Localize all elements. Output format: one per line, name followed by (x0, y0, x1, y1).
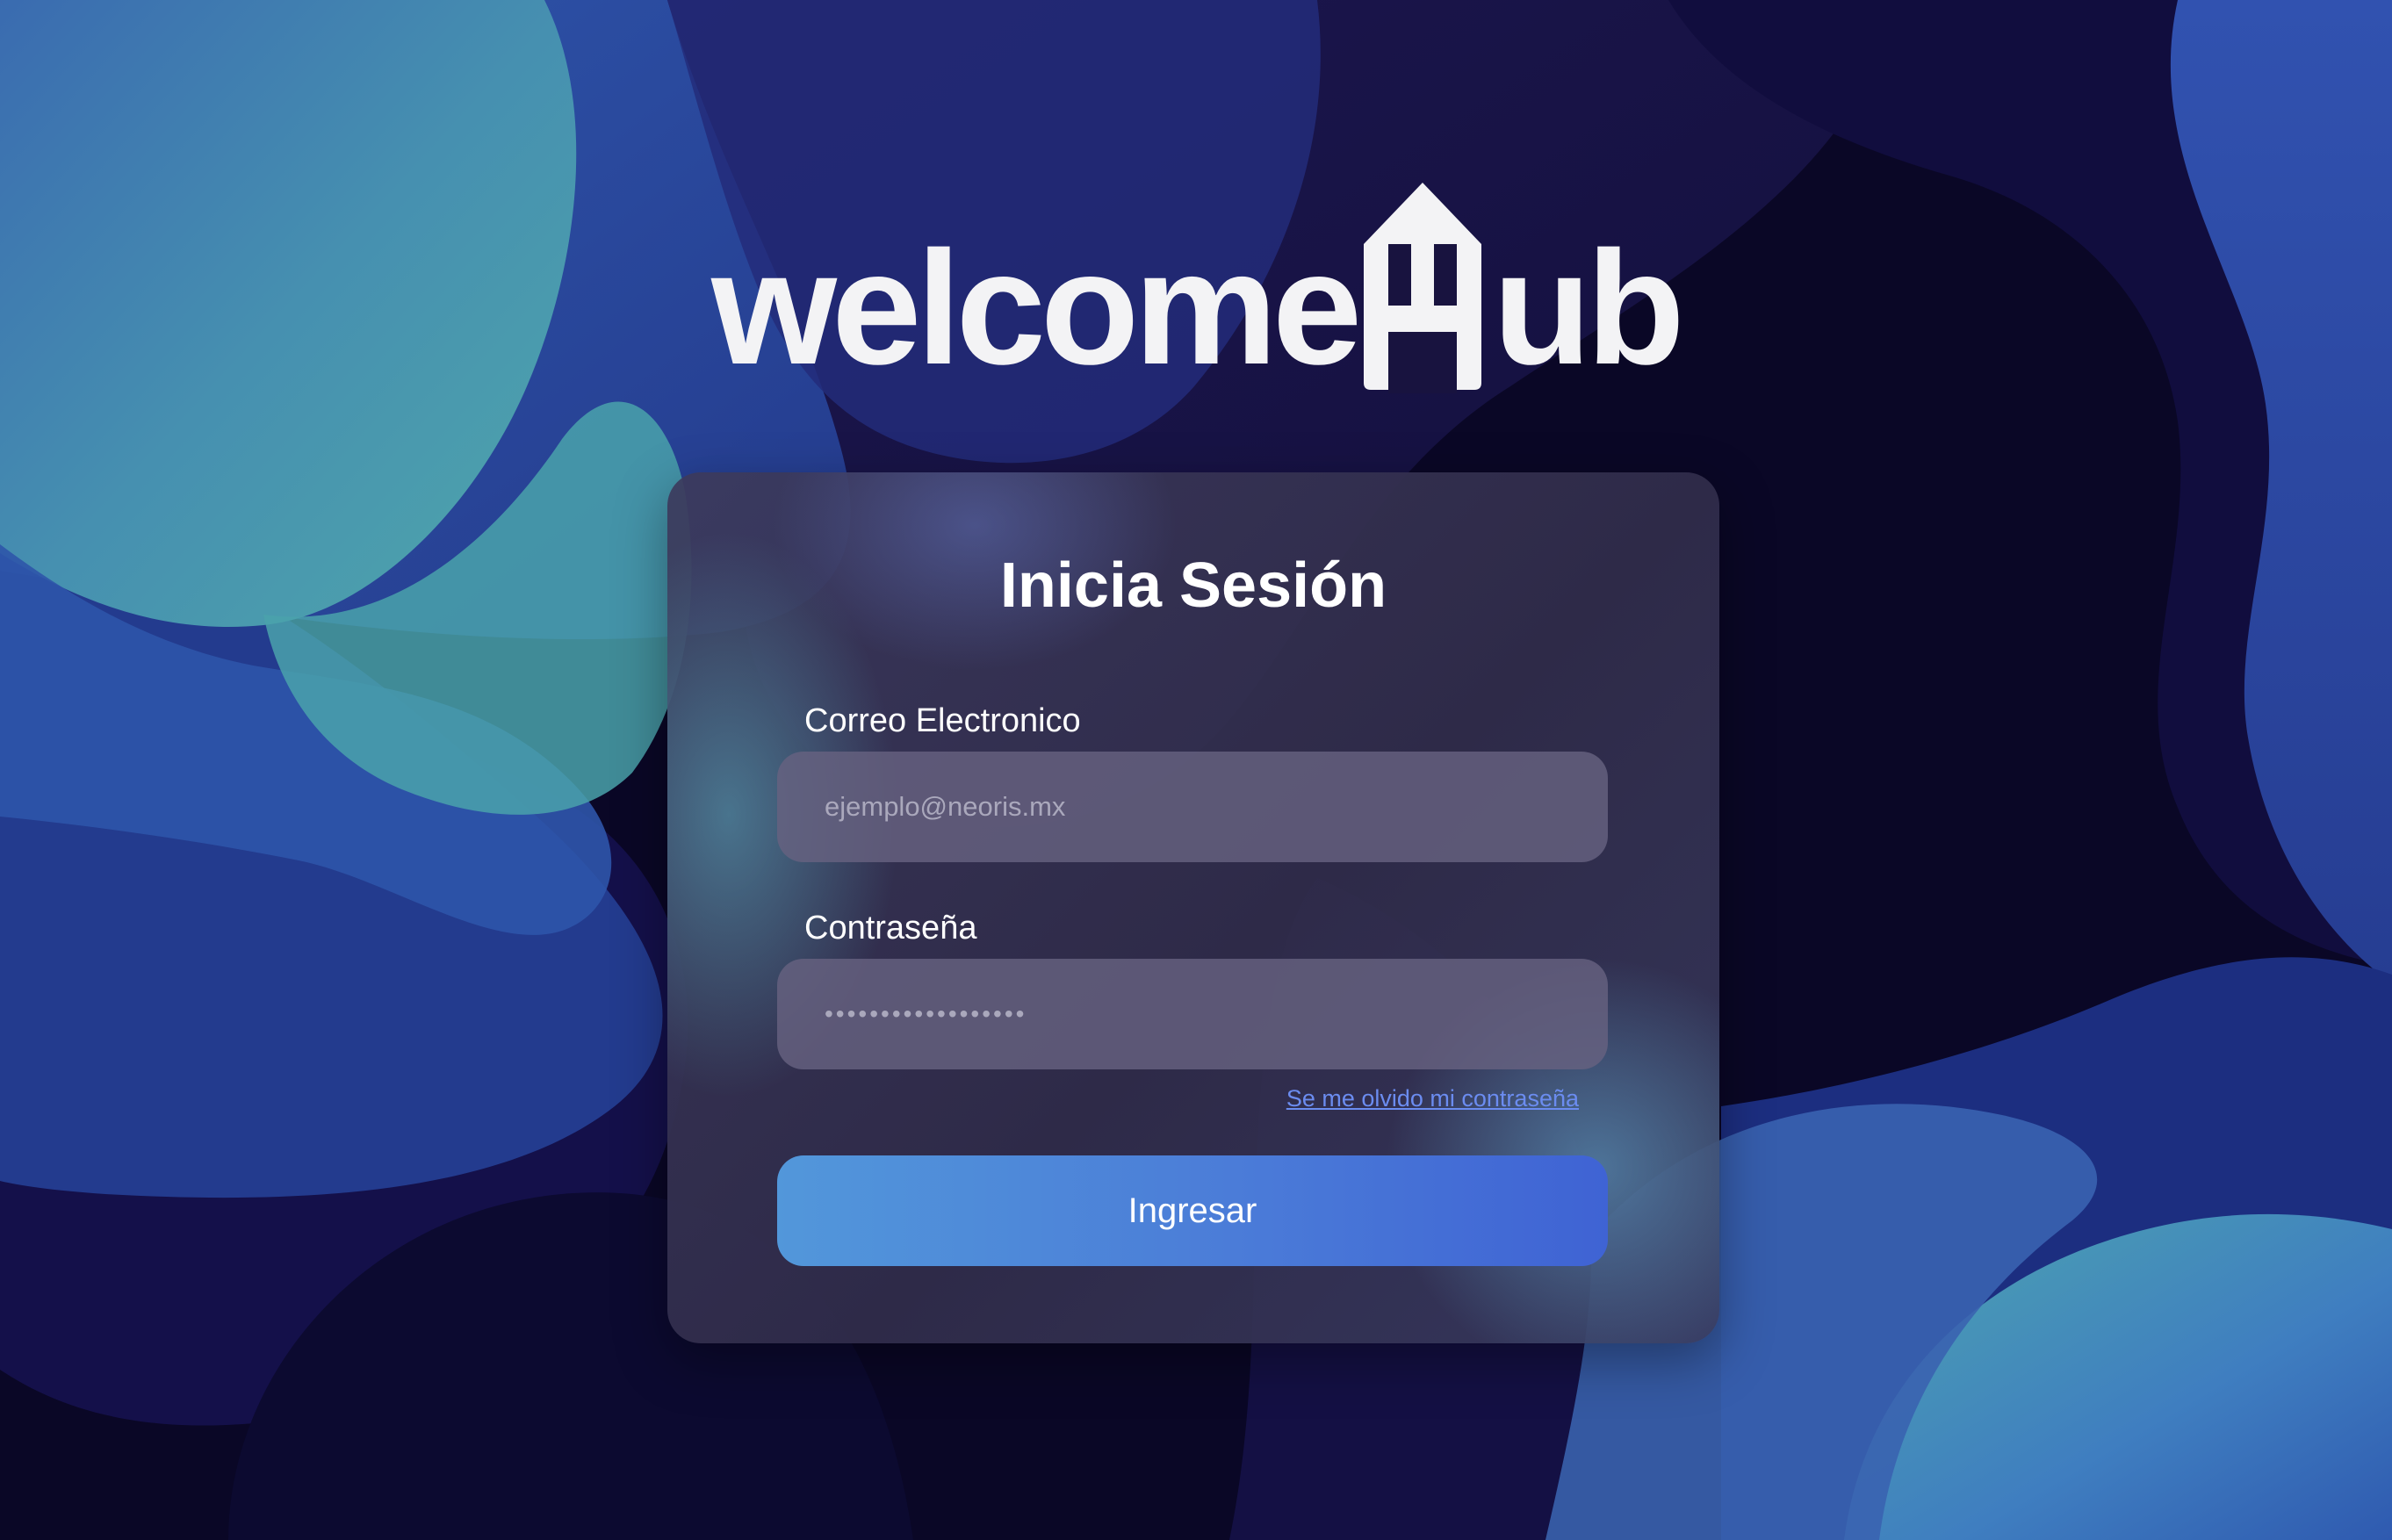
submit-button[interactable]: Ingresar (777, 1155, 1608, 1266)
house-icon (1364, 183, 1481, 393)
logo-text-ub: ub (1493, 217, 1685, 398)
login-card: Inicia Sesión Correo Electronico Contras… (667, 472, 1719, 1343)
password-label: Contraseña (804, 910, 977, 946)
password-field[interactable] (777, 959, 1608, 1069)
forgot-password-link[interactable]: Se me olvido mi contraseña (1286, 1085, 1579, 1112)
email-field[interactable] (777, 752, 1608, 862)
welcomehub-logo: welcome ub (711, 176, 1685, 404)
logo-text-welcome: welcome (711, 217, 1362, 398)
login-title: Inicia Sesión (999, 551, 1387, 621)
login-screen: welcome ub Inicia Sesión Correo Electron… (0, 0, 2392, 1540)
email-label: Correo Electronico (804, 702, 1081, 739)
